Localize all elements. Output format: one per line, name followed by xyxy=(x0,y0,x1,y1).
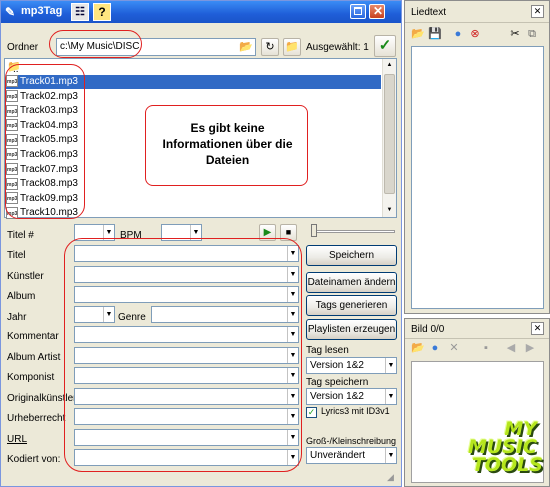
dropdown-arrow-icon: ▼ xyxy=(385,389,396,404)
checkmark-icon: ✓ xyxy=(378,37,392,54)
annotation-filelist-box xyxy=(5,64,85,219)
annotation-folder-box xyxy=(49,30,142,58)
info-message: Es gibt keine Informationen über die Dat… xyxy=(162,121,293,167)
tag-save-select[interactable]: Version 1&2 ▼ xyxy=(306,388,397,405)
refresh-button[interactable]: ↻ xyxy=(261,38,279,56)
image-save-icon[interactable]: ▪ xyxy=(479,341,493,355)
generate-tags-button[interactable]: Tags generieren xyxy=(306,295,397,316)
stop-icon: ■ xyxy=(285,227,292,237)
tag-read-label: Tag lesen xyxy=(306,345,349,356)
refresh-icon: ↻ xyxy=(265,41,275,53)
file-list-scrollbar[interactable]: ▲ ▼ xyxy=(382,59,396,217)
lyrics-toolbar: 📂 💾 ● ⊗ ✂ ⧉ xyxy=(411,27,547,43)
rename-files-button[interactable]: Dateinamen ändern xyxy=(306,272,397,293)
lyrics-panel-header: Liedtext ✕ xyxy=(405,1,549,23)
maximize-icon xyxy=(354,7,362,15)
encoded-by-label: Kodiert von: xyxy=(7,454,61,465)
image-panel-header: Bild 0/0 ✕ xyxy=(405,319,549,339)
case-value: Unverändert xyxy=(310,450,366,461)
delete-icon[interactable]: ⊗ xyxy=(468,27,482,41)
logo-line-3: TOOLS xyxy=(471,454,543,476)
scroll-down-icon[interactable]: ▼ xyxy=(383,204,396,217)
seek-slider[interactable] xyxy=(311,230,395,233)
tag-read-select[interactable]: Version 1&2 ▼ xyxy=(306,357,397,374)
image-close-icon[interactable]: ✕ xyxy=(531,322,544,335)
seek-slider-thumb[interactable] xyxy=(311,224,317,237)
title-label: Titel xyxy=(7,250,26,261)
composer-label: Komponist xyxy=(7,372,55,383)
toolbar-grid-icon[interactable]: ☷ xyxy=(71,3,89,21)
open-folder-button[interactable]: 📁 xyxy=(283,38,301,56)
year-label: Jahr xyxy=(7,312,27,323)
create-playlists-button[interactable]: Playlisten erzeugen xyxy=(306,319,397,340)
tag-read-value: Version 1&2 xyxy=(310,360,364,371)
tag-save-value: Version 1&2 xyxy=(310,391,364,402)
browse-folder-icon[interactable]: 📂 xyxy=(239,40,253,53)
album-artist-label: Album Artist xyxy=(7,352,61,363)
folder-icon: 📁 xyxy=(285,41,299,53)
selected-count: Ausgewählt: 1 xyxy=(306,42,369,53)
scroll-up-icon[interactable]: ▲ xyxy=(383,59,396,72)
image-toolbar: 📂 ● ✕ ▪ ◀ ▶ xyxy=(411,341,547,357)
maximize-button[interactable] xyxy=(350,4,366,19)
lyrics-panel: Liedtext ✕ 📂 💾 ● ⊗ ✂ ⧉ xyxy=(404,0,550,314)
url-label: URL xyxy=(7,434,28,445)
save-icon[interactable]: 💾 xyxy=(428,27,442,41)
image-open-icon[interactable]: 📂 xyxy=(411,341,425,355)
lyrics-checkbox[interactable]: ✓ xyxy=(306,407,317,418)
dropdown-arrow-icon: ▼ xyxy=(385,358,396,373)
case-label: Groß-/Kleinschreibung xyxy=(306,436,397,446)
help-icon[interactable]: ? xyxy=(93,3,111,21)
web-search-icon[interactable]: ● xyxy=(451,27,465,41)
folder-label: Ordner xyxy=(7,42,39,53)
dropdown-arrow-icon: ▼ xyxy=(385,448,396,463)
close-button[interactable]: ✕ xyxy=(369,4,385,19)
lyrics-checkbox-label: Lyrics3 mit ID3v1 xyxy=(321,406,390,416)
image-panel-title: Bild 0/0 xyxy=(411,324,445,335)
info-message-box: Es gibt keine Informationen über die Dat… xyxy=(145,105,308,186)
copyright-label: Urheberrecht xyxy=(7,413,66,424)
open-icon[interactable]: 📂 xyxy=(411,27,425,41)
resize-grip-icon[interactable]: ◢ xyxy=(387,472,394,483)
cut-icon[interactable]: ✂ xyxy=(508,27,522,41)
annotation-fields-box xyxy=(64,238,302,472)
album-label: Album xyxy=(7,291,36,302)
play-icon: ▶ xyxy=(263,227,272,238)
tag-save-label: Tag speichern xyxy=(306,377,369,388)
main-window: ✎ mp3Tag ☷ ? ✕ Ordner c:\My Music\DISC 📂… xyxy=(0,0,402,487)
scroll-thumb[interactable] xyxy=(384,74,395,194)
window-title: mp3Tag xyxy=(21,5,63,17)
app-icon: ✎ xyxy=(5,5,16,19)
case-select[interactable]: Unverändert ▼ xyxy=(306,447,397,464)
image-web-icon[interactable]: ● xyxy=(428,341,442,355)
main-titlebar[interactable]: ✎ mp3Tag ☷ ? ✕ xyxy=(1,1,401,23)
artist-label: Künstler xyxy=(7,271,44,282)
lyrics-close-icon[interactable]: ✕ xyxy=(531,5,544,18)
lyrics-textarea[interactable] xyxy=(411,46,544,309)
my-music-tools-logo: MY MUSIC TOOLS xyxy=(430,420,545,482)
close-icon: ✕ xyxy=(373,4,384,18)
track-label: Titel # xyxy=(7,230,34,241)
save-button[interactable]: Speichern xyxy=(306,245,397,266)
previous-icon[interactable]: ◀ xyxy=(504,341,518,355)
copy-icon[interactable]: ⧉ xyxy=(525,27,539,41)
apply-button[interactable]: ✓ xyxy=(374,35,396,57)
image-delete-icon[interactable]: ✕ xyxy=(447,341,461,355)
lyrics-panel-title: Liedtext xyxy=(411,7,447,18)
comment-label: Kommentar xyxy=(7,331,59,342)
next-icon[interactable]: ▶ xyxy=(523,341,537,355)
